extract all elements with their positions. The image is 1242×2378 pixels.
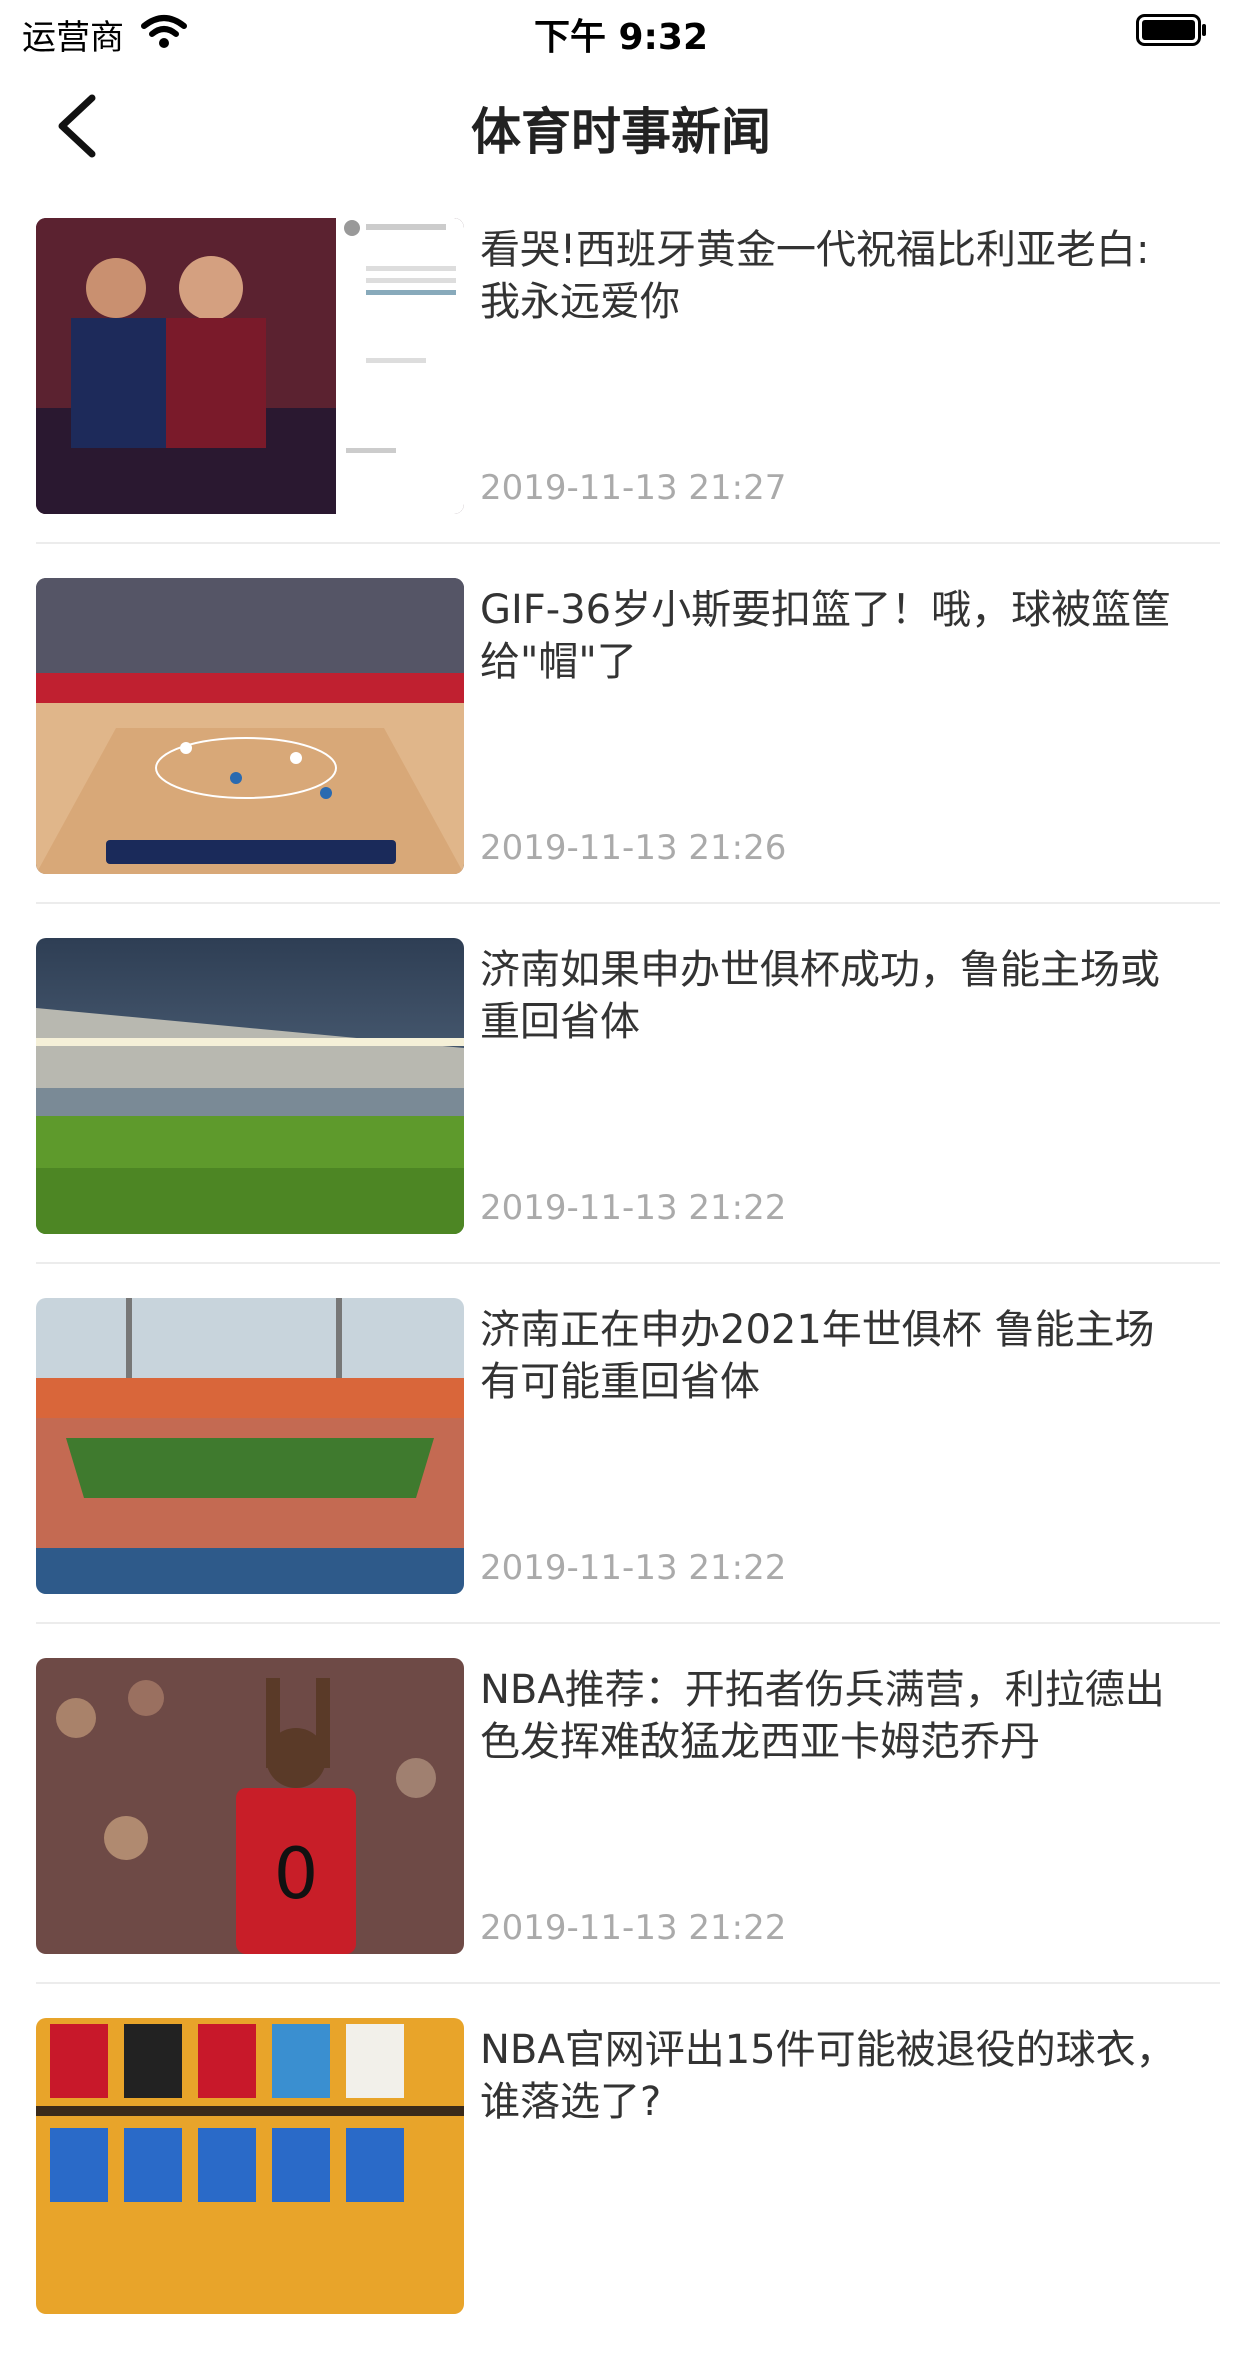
news-thumbnail bbox=[36, 1298, 464, 1594]
divider bbox=[36, 542, 1220, 544]
divider bbox=[36, 1622, 1220, 1624]
news-item[interactable]: 济南正在申办2021年世俱杯 鲁能主场有可能重回省体 2019-11-13 21… bbox=[0, 1298, 1242, 1658]
news-item[interactable]: 看哭!西班牙黄金一代祝福比利亚老白:我永远爱你 2019-11-13 21:27 bbox=[0, 218, 1242, 578]
news-item[interactable]: 0 NBA推荐：开拓者伤兵满营，利拉德出色发挥难敌猛龙西亚卡姆范乔丹 2019-… bbox=[0, 1658, 1242, 2018]
news-date: 2019-11-13 21:22 bbox=[480, 1188, 787, 1228]
news-title: NBA推荐：开拓者伤兵满营，利拉德出色发挥难敌猛龙西亚卡姆范乔丹 bbox=[480, 1667, 1165, 1765]
news-title: GIF-36岁小斯要扣篮了！哦，球被篮筐给"帽"了 bbox=[480, 587, 1172, 685]
news-date: 2019-11-13 21:22 bbox=[480, 1908, 787, 1948]
status-bar: 运营商 下午 9:32 bbox=[0, 0, 1242, 60]
news-thumbnail bbox=[36, 218, 464, 514]
news-item[interactable]: 济南如果申办世俱杯成功，鲁能主场或重回省体 2019-11-13 21:22 bbox=[0, 938, 1242, 1298]
news-thumbnail: 0 bbox=[36, 1658, 464, 1954]
stadium-overview-photo bbox=[36, 1298, 464, 1594]
news-date: 2019-11-13 21:26 bbox=[480, 828, 787, 868]
news-title: 济南如果申办世俱杯成功，鲁能主场或重回省体 bbox=[480, 947, 1160, 1045]
news-thumbnail bbox=[36, 2018, 464, 2314]
news-item[interactable]: GIF-36岁小斯要扣篮了！哦，球被篮筐给"帽"了 2019-11-13 21:… bbox=[0, 578, 1242, 938]
news-date: 2019-11-13 21:22 bbox=[480, 1548, 787, 1588]
status-time: 下午 9:32 bbox=[533, 17, 709, 58]
basketball-court-photo bbox=[36, 578, 464, 874]
soccer-players-photo bbox=[36, 218, 464, 514]
news-date: 2019-11-13 21:27 bbox=[480, 468, 787, 508]
page-title: 体育时事新闻 bbox=[471, 103, 771, 161]
news-thumbnail bbox=[36, 938, 464, 1234]
divider bbox=[36, 1262, 1220, 1264]
news-title: NBA官网评出15件可能被退役的球衣，谁落选了? bbox=[480, 2027, 1176, 2125]
divider bbox=[36, 902, 1220, 904]
news-title: 济南正在申办2021年世俱杯 鲁能主场有可能重回省体 bbox=[480, 1307, 1155, 1405]
svg-text:0: 0 bbox=[274, 1833, 319, 1915]
nav-bar: 体育时事新闻 bbox=[0, 60, 1242, 190]
divider bbox=[36, 1982, 1220, 1984]
news-list: 看哭!西班牙黄金一代祝福比利亚老白:我永远爱你 2019-11-13 21:27… bbox=[0, 218, 1242, 2378]
news-thumbnail bbox=[36, 578, 464, 874]
news-item[interactable]: NBA官网评出15件可能被退役的球衣，谁落选了? bbox=[0, 2018, 1242, 2378]
battery-icon bbox=[1136, 14, 1206, 46]
jerseys-photo bbox=[36, 2018, 464, 2314]
stadium-grass-photo bbox=[36, 938, 464, 1234]
news-title: 看哭!西班牙黄金一代祝福比利亚老白:我永远爱你 bbox=[480, 227, 1150, 325]
basketball-player-photo: 0 bbox=[36, 1658, 464, 1954]
